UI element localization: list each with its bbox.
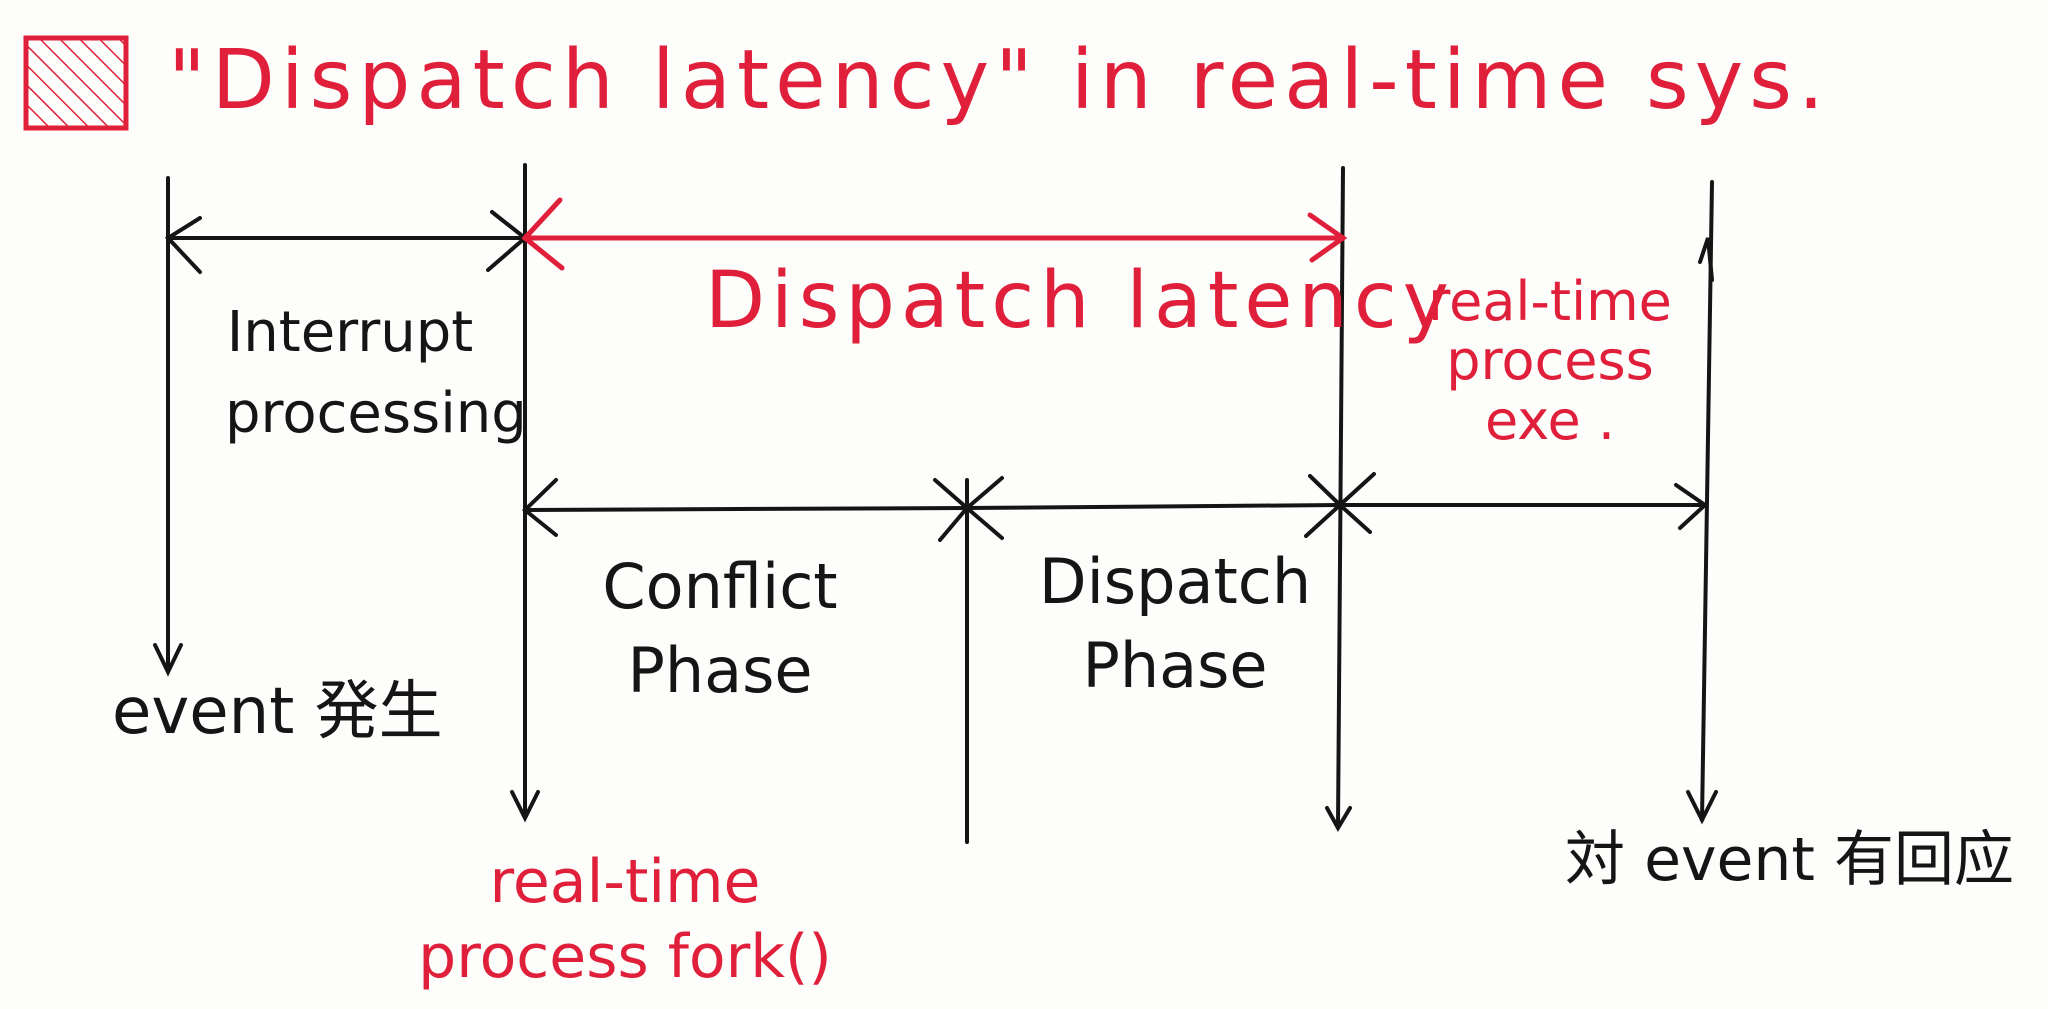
- page-title: "Dispatch latency" in real-time sys.: [168, 33, 1831, 128]
- dispatch-phase-span-arrow: [965, 503, 1342, 510]
- interrupt-processing-label: Interrupt processing: [225, 300, 527, 447]
- realtime-exe-label: real-time process exe .: [1428, 270, 1672, 452]
- conflict-phase-label: Conflict Phase: [602, 550, 838, 707]
- dispatch-latency-label: Dispatch latency: [705, 256, 1455, 346]
- conflict-phase-span-arrow: [523, 506, 969, 512]
- response-label: 対 event 有回应: [1565, 825, 2015, 895]
- fork-label: real-time process fork(): [418, 847, 832, 992]
- event-occurs-label: event 発生: [112, 675, 443, 749]
- dispatch-phase-label: Dispatch Phase: [1038, 545, 1312, 702]
- response-up-arrowhead: [1698, 237, 1714, 282]
- diagram-canvas: "Dispatch latency" in real-time sys. Int…: [0, 0, 2048, 1009]
- hatched-box-icon: [23, 35, 129, 131]
